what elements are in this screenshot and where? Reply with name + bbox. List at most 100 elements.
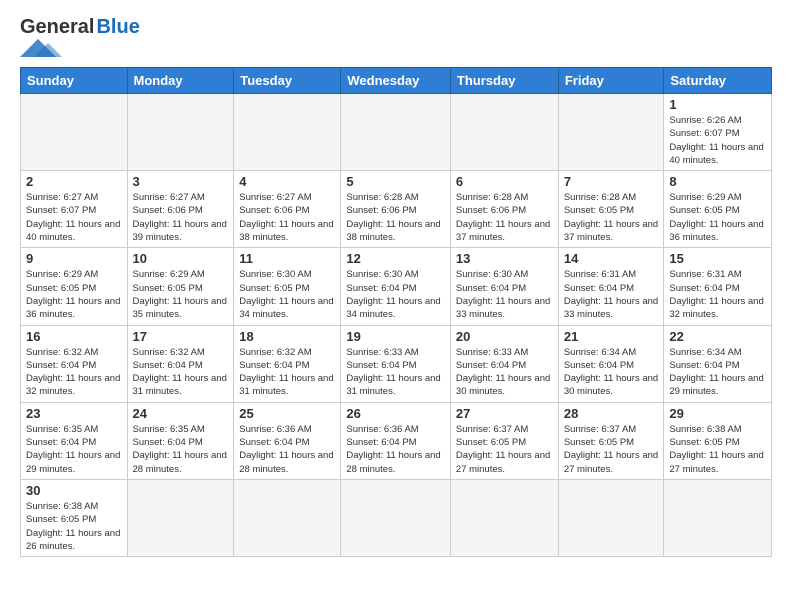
- calendar-header-saturday: Saturday: [664, 68, 772, 94]
- calendar-cell: 4Sunrise: 6:27 AM Sunset: 6:06 PM Daylig…: [234, 171, 341, 248]
- day-number: 27: [456, 406, 553, 421]
- day-info: Sunrise: 6:27 AM Sunset: 6:06 PM Dayligh…: [239, 191, 335, 244]
- calendar-cell: 6Sunrise: 6:28 AM Sunset: 6:06 PM Daylig…: [450, 171, 558, 248]
- day-number: 9: [26, 251, 122, 266]
- day-info: Sunrise: 6:33 AM Sunset: 6:04 PM Dayligh…: [456, 346, 553, 399]
- day-info: Sunrise: 6:30 AM Sunset: 6:04 PM Dayligh…: [346, 268, 445, 321]
- day-info: Sunrise: 6:29 AM Sunset: 6:05 PM Dayligh…: [26, 268, 122, 321]
- calendar-cell: 17 Sunrise: 6:32 AM Sunset: 6:04 PM Dayli…: [127, 325, 234, 402]
- logo-general: General: [20, 16, 94, 39]
- day-number: 21: [564, 329, 659, 344]
- calendar-cell: 29 Sunrise: 6:38 AM Sunset: 6:05 PM Dayli…: [664, 402, 772, 479]
- day-number: 5: [346, 174, 445, 189]
- day-number: 29: [669, 406, 766, 421]
- day-info: Sunrise: 6:31 AM Sunset: 6:04 PM Dayligh…: [669, 268, 766, 321]
- day-info: Sunrise: 6:34 AM Sunset: 6:04 PM Dayligh…: [564, 346, 659, 399]
- day-number: 26: [346, 406, 445, 421]
- day-info: Sunrise: 6:32 AM Sunset: 6:04 PM Dayligh…: [26, 346, 122, 399]
- day-number: 25: [239, 406, 335, 421]
- calendar-cell: 30 Sunrise: 6:38 AM Sunset: 6:05 PM Dayli…: [21, 479, 128, 556]
- calendar-cell: 1Sunrise: 6:26 AM Sunset: 6:07 PM Daylig…: [664, 94, 772, 171]
- calendar: SundayMondayTuesdayWednesdayThursdayFrid…: [20, 67, 772, 557]
- calendar-cell: 14 Sunrise: 6:31 AM Sunset: 6:04 PM Dayli…: [558, 248, 664, 325]
- day-number: 22: [669, 329, 766, 344]
- calendar-cell: [341, 479, 451, 556]
- calendar-cell: 25 Sunrise: 6:36 AM Sunset: 6:04 PM Dayli…: [234, 402, 341, 479]
- logo: General Blue: [20, 16, 140, 57]
- calendar-cell: 9 Sunrise: 6:29 AM Sunset: 6:05 PM Daylig…: [21, 248, 128, 325]
- calendar-cell: 22 Sunrise: 6:34 AM Sunset: 6:04 PM Dayli…: [664, 325, 772, 402]
- day-info: Sunrise: 6:34 AM Sunset: 6:04 PM Dayligh…: [669, 346, 766, 399]
- day-number: 14: [564, 251, 659, 266]
- day-info: Sunrise: 6:32 AM Sunset: 6:04 PM Dayligh…: [239, 346, 335, 399]
- day-number: 2: [26, 174, 122, 189]
- calendar-header-monday: Monday: [127, 68, 234, 94]
- calendar-cell: 16Sunrise: 6:32 AM Sunset: 6:04 PM Dayli…: [21, 325, 128, 402]
- calendar-header-row: SundayMondayTuesdayWednesdayThursdayFrid…: [21, 68, 772, 94]
- calendar-cell: [341, 94, 451, 171]
- day-info: Sunrise: 6:32 AM Sunset: 6:04 PM Dayligh…: [133, 346, 229, 399]
- day-number: 10: [133, 251, 229, 266]
- calendar-cell: 5Sunrise: 6:28 AM Sunset: 6:06 PM Daylig…: [341, 171, 451, 248]
- calendar-cell: 2 Sunrise: 6:27 AM Sunset: 6:07 PM Daylig…: [21, 171, 128, 248]
- calendar-header-friday: Friday: [558, 68, 664, 94]
- calendar-cell: 28 Sunrise: 6:37 AM Sunset: 6:05 PM Dayli…: [558, 402, 664, 479]
- day-number: 11: [239, 251, 335, 266]
- day-number: 13: [456, 251, 553, 266]
- day-info: Sunrise: 6:37 AM Sunset: 6:05 PM Dayligh…: [456, 423, 553, 476]
- day-info: Sunrise: 6:33 AM Sunset: 6:04 PM Dayligh…: [346, 346, 445, 399]
- day-number: 20: [456, 329, 553, 344]
- calendar-cell: 11Sunrise: 6:30 AM Sunset: 6:05 PM Dayli…: [234, 248, 341, 325]
- day-info: Sunrise: 6:29 AM Sunset: 6:05 PM Dayligh…: [133, 268, 229, 321]
- day-number: 3: [133, 174, 229, 189]
- calendar-cell: [450, 94, 558, 171]
- day-number: 12: [346, 251, 445, 266]
- calendar-cell: 23 Sunrise: 6:35 AM Sunset: 6:04 PM Dayli…: [21, 402, 128, 479]
- day-info: Sunrise: 6:37 AM Sunset: 6:05 PM Dayligh…: [564, 423, 659, 476]
- day-info: Sunrise: 6:38 AM Sunset: 6:05 PM Dayligh…: [669, 423, 766, 476]
- day-info: Sunrise: 6:35 AM Sunset: 6:04 PM Dayligh…: [133, 423, 229, 476]
- day-info: Sunrise: 6:27 AM Sunset: 6:06 PM Dayligh…: [133, 191, 229, 244]
- day-info: Sunrise: 6:30 AM Sunset: 6:04 PM Dayligh…: [456, 268, 553, 321]
- day-info: Sunrise: 6:35 AM Sunset: 6:04 PM Dayligh…: [26, 423, 122, 476]
- day-info: Sunrise: 6:36 AM Sunset: 6:04 PM Dayligh…: [239, 423, 335, 476]
- day-info: Sunrise: 6:29 AM Sunset: 6:05 PM Dayligh…: [669, 191, 766, 244]
- day-number: 6: [456, 174, 553, 189]
- day-number: 23: [26, 406, 122, 421]
- calendar-cell: [664, 479, 772, 556]
- calendar-cell: [234, 94, 341, 171]
- calendar-cell: [558, 479, 664, 556]
- calendar-cell: [127, 94, 234, 171]
- header: General Blue: [20, 16, 772, 57]
- day-info: Sunrise: 6:31 AM Sunset: 6:04 PM Dayligh…: [564, 268, 659, 321]
- day-info: Sunrise: 6:26 AM Sunset: 6:07 PM Dayligh…: [669, 114, 766, 167]
- calendar-header-wednesday: Wednesday: [341, 68, 451, 94]
- day-info: Sunrise: 6:38 AM Sunset: 6:05 PM Dayligh…: [26, 500, 122, 553]
- logo-icon: [20, 39, 70, 57]
- calendar-cell: 20 Sunrise: 6:33 AM Sunset: 6:04 PM Dayli…: [450, 325, 558, 402]
- calendar-cell: 13 Sunrise: 6:30 AM Sunset: 6:04 PM Dayli…: [450, 248, 558, 325]
- calendar-cell: 26 Sunrise: 6:36 AM Sunset: 6:04 PM Dayli…: [341, 402, 451, 479]
- calendar-cell: [234, 479, 341, 556]
- day-info: Sunrise: 6:28 AM Sunset: 6:05 PM Dayligh…: [564, 191, 659, 244]
- calendar-cell: 18Sunrise: 6:32 AM Sunset: 6:04 PM Dayli…: [234, 325, 341, 402]
- calendar-cell: 12 Sunrise: 6:30 AM Sunset: 6:04 PM Dayli…: [341, 248, 451, 325]
- calendar-cell: 8 Sunrise: 6:29 AM Sunset: 6:05 PM Daylig…: [664, 171, 772, 248]
- day-number: 8: [669, 174, 766, 189]
- calendar-cell: 7Sunrise: 6:28 AM Sunset: 6:05 PM Daylig…: [558, 171, 664, 248]
- calendar-cell: 3 Sunrise: 6:27 AM Sunset: 6:06 PM Daylig…: [127, 171, 234, 248]
- day-number: 28: [564, 406, 659, 421]
- calendar-cell: 15 Sunrise: 6:31 AM Sunset: 6:04 PM Dayli…: [664, 248, 772, 325]
- logo-blue: Blue: [96, 16, 139, 39]
- day-number: 15: [669, 251, 766, 266]
- calendar-header-tuesday: Tuesday: [234, 68, 341, 94]
- calendar-cell: [558, 94, 664, 171]
- day-number: 17: [133, 329, 229, 344]
- calendar-header-sunday: Sunday: [21, 68, 128, 94]
- day-number: 30: [26, 483, 122, 498]
- calendar-header-thursday: Thursday: [450, 68, 558, 94]
- day-info: Sunrise: 6:27 AM Sunset: 6:07 PM Dayligh…: [26, 191, 122, 244]
- calendar-cell: 21 Sunrise: 6:34 AM Sunset: 6:04 PM Dayli…: [558, 325, 664, 402]
- day-info: Sunrise: 6:36 AM Sunset: 6:04 PM Dayligh…: [346, 423, 445, 476]
- calendar-cell: 24Sunrise: 6:35 AM Sunset: 6:04 PM Dayli…: [127, 402, 234, 479]
